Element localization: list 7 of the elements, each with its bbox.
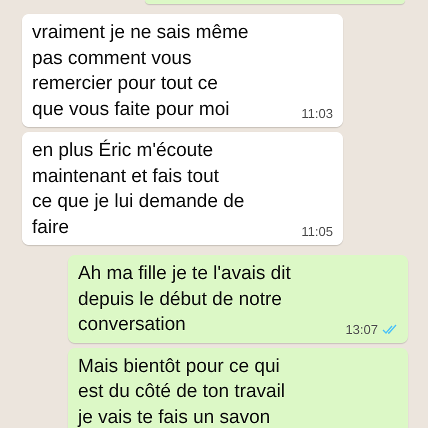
message-text: Ah ma fille je te l'avais dit depuis le début de notre conversation [78,262,291,337]
message-text: Mais bientôt pour ce qui est du côté de ton travail je vais te fais un savon [78,354,286,428]
message-text: en plus Éric m'écoute maintenant et fais tout ce que je lui demande de faire [32,138,244,240]
message-text: vraiment je ne sais même pas comment vous remercier pour tout ce que vous faite pour moi [32,21,248,122]
message-time: 11:05 [301,224,333,239]
message-time: 11:03 [301,106,333,121]
message-time: 13:07 [345,322,378,336]
